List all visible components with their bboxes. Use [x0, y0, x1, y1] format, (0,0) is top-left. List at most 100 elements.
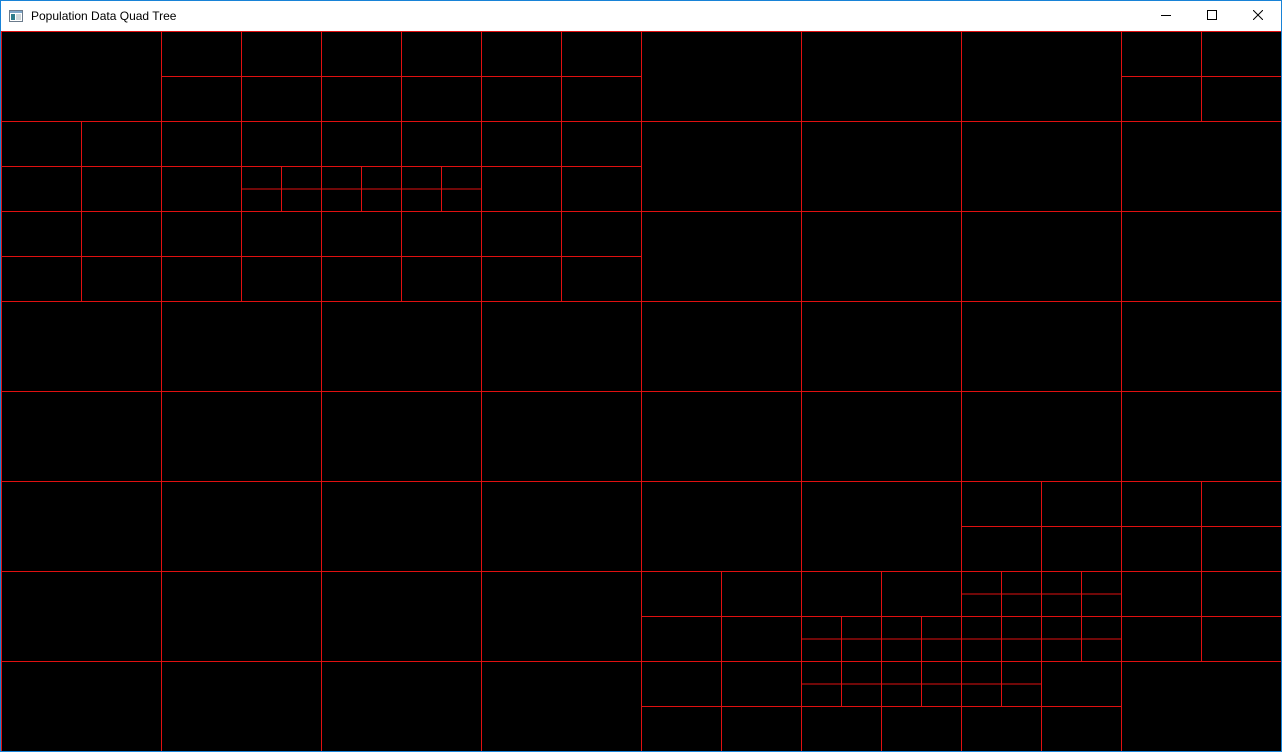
quad-node — [1041, 706, 1122, 751]
quad-node — [161, 481, 322, 572]
quad-node — [1201, 616, 1281, 662]
quad-node — [481, 301, 642, 392]
quad-node — [481, 76, 562, 122]
quad-node — [401, 31, 482, 77]
quad-node — [641, 301, 802, 392]
quad-node — [801, 31, 962, 122]
quad-node — [1041, 616, 1082, 640]
quad-node — [481, 481, 642, 572]
quad-node — [1121, 526, 1202, 572]
quad-node — [441, 188, 482, 212]
quad-node — [881, 706, 962, 751]
minimize-button[interactable] — [1143, 1, 1189, 31]
quad-node — [1081, 593, 1122, 617]
quad-tree-canvas[interactable] — [1, 31, 1281, 751]
quad-node — [81, 166, 162, 212]
quad-node — [801, 706, 882, 751]
quad-node — [241, 188, 282, 212]
quad-node — [1, 661, 162, 751]
quad-node — [481, 211, 562, 257]
quad-node — [321, 211, 402, 257]
quad-node — [161, 211, 242, 257]
quad-node — [1, 571, 162, 662]
quad-node — [961, 526, 1042, 572]
quad-node — [921, 683, 962, 707]
maximize-icon — [1207, 7, 1217, 25]
quad-node — [921, 638, 962, 662]
quad-node — [321, 31, 402, 77]
quad-node — [321, 256, 402, 302]
quad-node — [1201, 571, 1281, 617]
quad-node — [321, 188, 362, 212]
quad-node — [801, 638, 842, 662]
quad-node — [481, 391, 642, 482]
quad-node — [961, 593, 1002, 617]
quad-node — [921, 616, 962, 640]
quad-node — [241, 166, 282, 190]
quad-node — [881, 683, 922, 707]
quad-node — [1121, 481, 1202, 527]
quad-node — [1, 481, 162, 572]
quad-node — [241, 76, 322, 122]
quad-node — [721, 616, 802, 662]
quad-node — [361, 166, 402, 190]
quad-node — [961, 638, 1002, 662]
quad-node — [241, 211, 322, 257]
quad-node — [801, 301, 962, 392]
quad-node — [641, 706, 722, 751]
quad-node — [161, 256, 242, 302]
quad-node — [1041, 526, 1122, 572]
quad-node — [961, 571, 1002, 595]
quad-node — [841, 616, 882, 640]
quad-node — [1121, 661, 1281, 751]
maximize-button[interactable] — [1189, 1, 1235, 31]
quad-node — [841, 661, 882, 685]
quad-node — [641, 121, 802, 212]
quad-node — [401, 211, 482, 257]
quad-node — [281, 166, 322, 190]
quad-node — [1, 301, 162, 392]
quad-node — [881, 638, 922, 662]
quad-node — [961, 683, 1002, 707]
quad-node — [241, 31, 322, 77]
quad-tree-drawing — [1, 31, 1281, 751]
quad-node — [641, 661, 722, 707]
quad-node — [321, 391, 482, 482]
quad-node — [401, 256, 482, 302]
quad-node — [1001, 638, 1042, 662]
app-window-icon — [9, 9, 23, 22]
quad-node — [321, 166, 362, 190]
quad-node — [881, 571, 962, 617]
quad-node — [801, 481, 962, 572]
quad-node — [961, 211, 1122, 302]
quad-node — [721, 706, 802, 751]
quad-node — [1201, 481, 1281, 527]
quad-node — [881, 616, 922, 640]
quad-node — [561, 166, 642, 212]
quad-node — [281, 188, 322, 212]
quad-node — [1121, 121, 1281, 212]
close-button[interactable] — [1235, 1, 1281, 31]
quad-node — [321, 301, 482, 392]
quad-node — [561, 31, 642, 77]
quad-node — [1041, 638, 1082, 662]
quad-node — [721, 571, 802, 617]
title-bar[interactable]: Population Data Quad Tree — [1, 1, 1281, 31]
quad-node — [921, 661, 962, 685]
quad-node — [561, 76, 642, 122]
quad-node — [481, 571, 642, 662]
quad-node — [161, 391, 322, 482]
quad-node — [641, 481, 802, 572]
quad-node — [401, 166, 442, 190]
quad-node — [641, 571, 722, 617]
quad-node — [441, 166, 482, 190]
quad-node — [321, 661, 482, 751]
quad-node — [161, 301, 322, 392]
quad-node — [641, 616, 722, 662]
quad-node — [801, 616, 842, 640]
quad-node — [1, 391, 162, 482]
quad-node — [161, 301, 322, 392]
quad-node — [1121, 391, 1281, 482]
quad-node — [1081, 638, 1122, 662]
quad-node — [1121, 616, 1202, 662]
